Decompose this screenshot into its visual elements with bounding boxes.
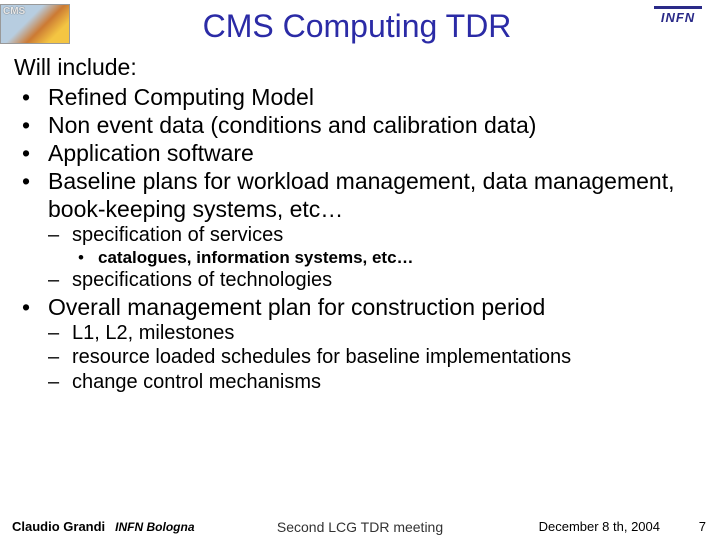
- slide-title: CMS Computing TDR: [70, 4, 644, 45]
- infn-logo: INFN: [644, 4, 712, 44]
- list-item: specification of services: [14, 223, 706, 247]
- cms-logo: [0, 4, 70, 44]
- subsub-bullet-list: catalogues, information systems, etc…: [14, 248, 706, 269]
- lead-text: Will include:: [14, 53, 706, 81]
- infn-logo-text: INFN: [661, 10, 695, 25]
- footer-date: December 8 th, 2004: [539, 519, 660, 534]
- sub-bullet-list: specifications of technologies: [14, 268, 706, 292]
- sub-bullet-list: specification of services: [14, 223, 706, 247]
- bullet-list: Refined Computing Model Non event data (…: [14, 83, 706, 223]
- list-item: Refined Computing Model: [14, 83, 706, 111]
- footer-affiliation: INFN Bologna: [115, 520, 194, 534]
- bullet-list: Overall management plan for construction…: [14, 293, 706, 321]
- list-item: L1, L2, milestones: [14, 321, 706, 345]
- footer-venue: Second LCG TDR meeting: [277, 519, 443, 535]
- footer-page-number: 7: [699, 519, 706, 534]
- slide-footer: Claudio Grandi INFN Bologna Second LCG T…: [0, 519, 720, 534]
- list-item: Overall management plan for construction…: [14, 293, 706, 321]
- list-item: Non event data (conditions and calibrati…: [14, 111, 706, 139]
- list-item: Application software: [14, 139, 706, 167]
- sub-bullet-list: L1, L2, milestones resource loaded sched…: [14, 321, 706, 394]
- list-item: resource loaded schedules for baseline i…: [14, 345, 706, 369]
- list-item: catalogues, information systems, etc…: [14, 248, 706, 269]
- slide-header: CMS Computing TDR INFN: [0, 0, 720, 45]
- footer-author: Claudio Grandi: [12, 519, 105, 534]
- slide-body: Will include: Refined Computing Model No…: [0, 45, 720, 394]
- list-item: specifications of technologies: [14, 268, 706, 292]
- list-item: change control mechanisms: [14, 370, 706, 394]
- list-item: Baseline plans for workload management, …: [14, 167, 706, 223]
